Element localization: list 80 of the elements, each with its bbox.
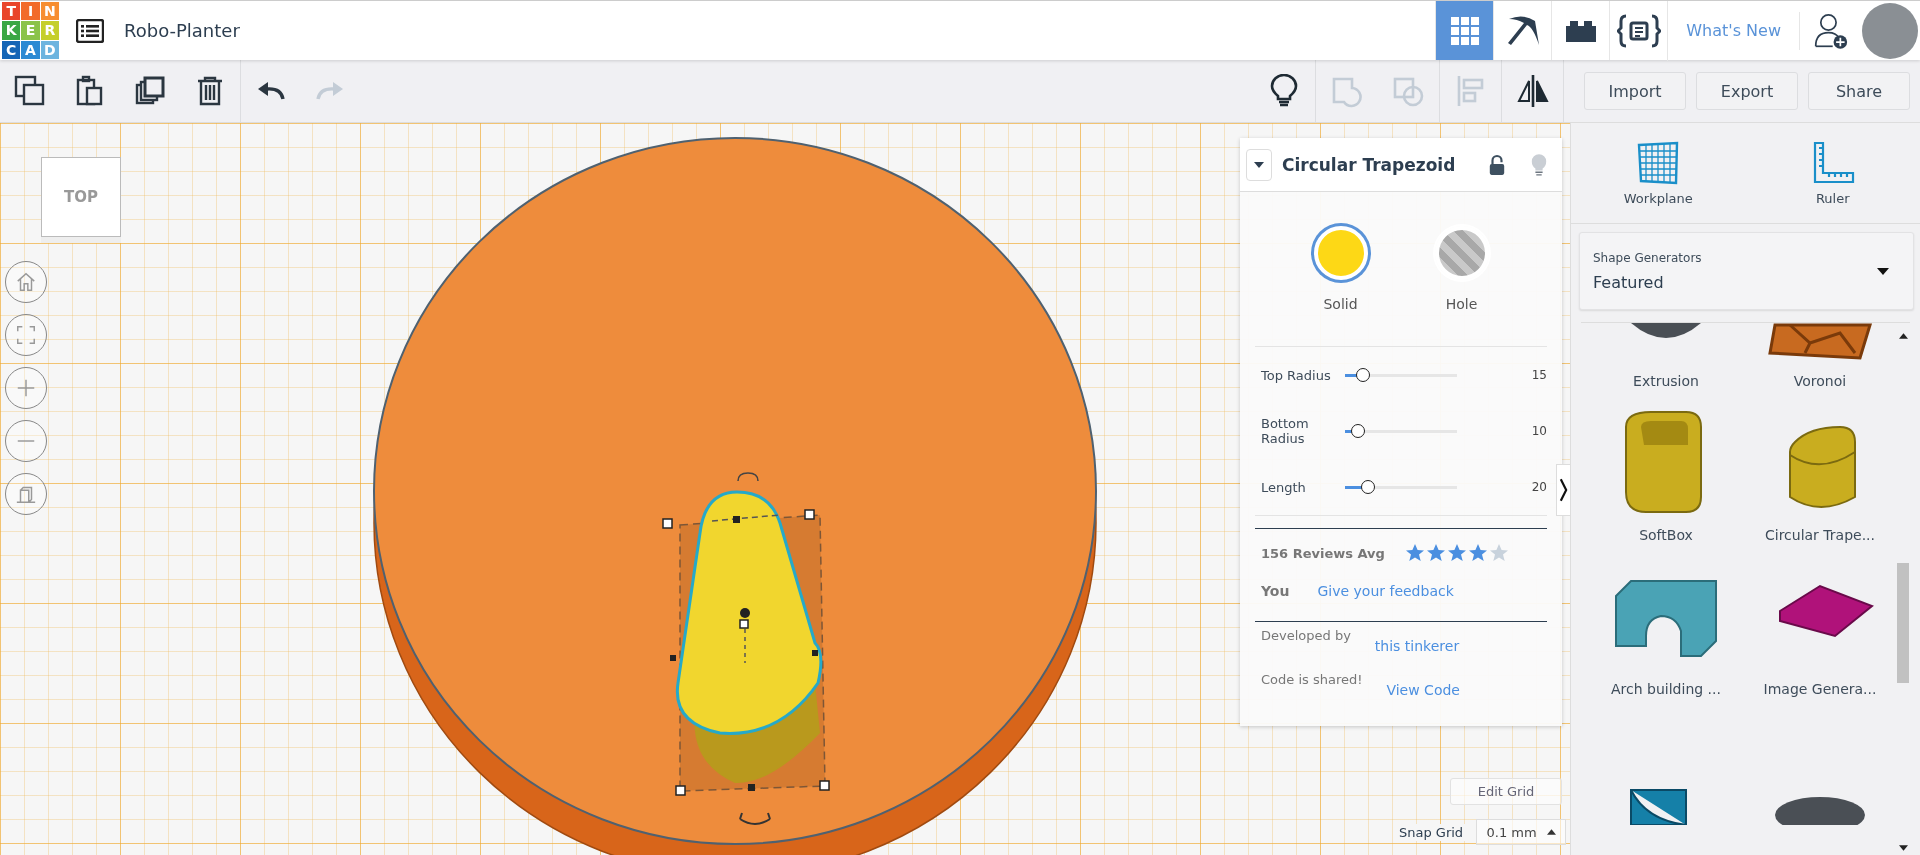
caret-icon — [1877, 267, 1889, 275]
plus-icon — [15, 377, 37, 399]
logo-letter: N — [40, 2, 59, 21]
lightbulb-icon[interactable] — [1530, 152, 1548, 177]
view-cube-face-label: TOP — [64, 188, 98, 206]
mirror-icon — [1515, 74, 1550, 108]
shape-label: Extrusion — [1633, 373, 1699, 389]
parameter-value: 15 — [1531, 368, 1547, 382]
star-icon — [1425, 543, 1446, 563]
dropdown-label: Shape Generators — [1593, 250, 1703, 265]
logo-letter: I — [21, 2, 40, 21]
edit-grid-button[interactable]: Edit Grid — [1450, 778, 1562, 805]
hole-swatch[interactable] — [1434, 226, 1489, 280]
material-label: Hole — [1445, 296, 1478, 312]
logo-letter: K — [2, 21, 21, 40]
zoom-out-button[interactable] — [5, 420, 47, 462]
shape-label: Arch building ... — [1611, 681, 1721, 697]
material-label: Solid — [1323, 296, 1358, 312]
selected-shape-drawing[interactable] — [662, 472, 830, 825]
category-dropdown[interactable]: Shape Generators Featured — [1579, 232, 1914, 310]
star-icon — [1404, 543, 1425, 563]
lock-icon[interactable] — [1488, 153, 1506, 176]
list-menu-icon[interactable] — [76, 18, 104, 43]
parameter-value: 20 — [1531, 480, 1547, 494]
parameter-label: Bottom Radius — [1261, 416, 1310, 446]
logo-letter: A — [21, 40, 40, 59]
reviews-label: 156 Reviews Avg — [1261, 545, 1385, 561]
home-button[interactable] — [5, 261, 47, 303]
ruler-tool[interactable]: Ruler — [1745, 123, 1920, 223]
workplane-grid[interactable]: TOP Circular Trapezoid Solid Hole Top Radius 15 Bottom Radius 10 Length 20 156 Reviews Avg You Give your feedback Developed by this tinkerer Code is shared! View Code Edit Grid Snap Grid 0.1 mm — [0, 123, 1570, 855]
shape-title: Circular Trapezoid — [1282, 154, 1457, 175]
parameter-label: Top Radius — [1261, 367, 1332, 383]
cylinder-drawing[interactable] — [373, 137, 1097, 855]
zoom-in-button[interactable] — [5, 367, 47, 409]
slider-thumb[interactable] — [1350, 424, 1365, 438]
action-button[interactable]: Import — [1584, 72, 1686, 110]
snap-grid-dropdown[interactable]: 0.1 mm — [1476, 819, 1567, 845]
chevron-icon — [1559, 478, 1568, 502]
star-icon — [1467, 543, 1488, 563]
minus-icon — [15, 439, 37, 443]
project-title[interactable]: Robo-Planter — [124, 20, 240, 41]
scroll-up-icon[interactable] — [1898, 333, 1908, 339]
you-label: You — [1261, 583, 1290, 599]
sidebar-collapse-button[interactable] — [1556, 464, 1570, 516]
logo-letter: C — [2, 40, 21, 59]
logo-letter: T — [2, 2, 21, 21]
parameter-label: Length — [1261, 479, 1307, 495]
slider-thumb[interactable] — [1356, 368, 1371, 382]
code-braces-icon — [1616, 13, 1661, 48]
logo-letter: E — [21, 21, 40, 40]
corners-icon — [15, 324, 37, 346]
caret-icon — [1546, 829, 1556, 835]
shape-label: SoftBox — [1639, 527, 1693, 543]
caret-icon — [1254, 161, 1264, 168]
shape-label: Voronoi — [1793, 373, 1847, 389]
shape-label: Image Genera... — [1763, 681, 1877, 697]
snap-grid-label: Snap Grid — [1396, 823, 1467, 841]
code-shared-label: Code is shared! — [1261, 672, 1363, 689]
shape-label: Circular Trape... — [1764, 527, 1875, 543]
collapse-button[interactable] — [1246, 148, 1272, 181]
tinkercad-logo[interactable]: T I N K E R C A D — [2, 2, 59, 59]
grid-icon — [1449, 15, 1480, 46]
logo-letter: R — [40, 21, 59, 40]
star-icon — [1446, 543, 1467, 563]
developer-label: Developed by — [1261, 628, 1351, 645]
scrollbar-thumb[interactable] — [1897, 563, 1909, 683]
workplane-tool[interactable]: Workplane — [1571, 123, 1746, 223]
logo-letter: D — [40, 40, 59, 59]
scroll-down-icon[interactable] — [1898, 845, 1908, 851]
dropdown-value: Featured — [1593, 272, 1665, 292]
fit-button[interactable] — [5, 314, 47, 356]
grid-plane-icon — [1636, 140, 1681, 185]
star-icon — [1488, 543, 1509, 563]
home-icon — [15, 271, 37, 293]
slider-thumb[interactable] — [1360, 480, 1375, 494]
solid-swatch[interactable] — [1313, 226, 1368, 280]
action-button[interactable]: Share — [1808, 72, 1910, 110]
parameter-value: 10 — [1531, 424, 1547, 438]
action-button[interactable]: Export — [1696, 72, 1798, 110]
perspective-button[interactable] — [5, 473, 47, 515]
